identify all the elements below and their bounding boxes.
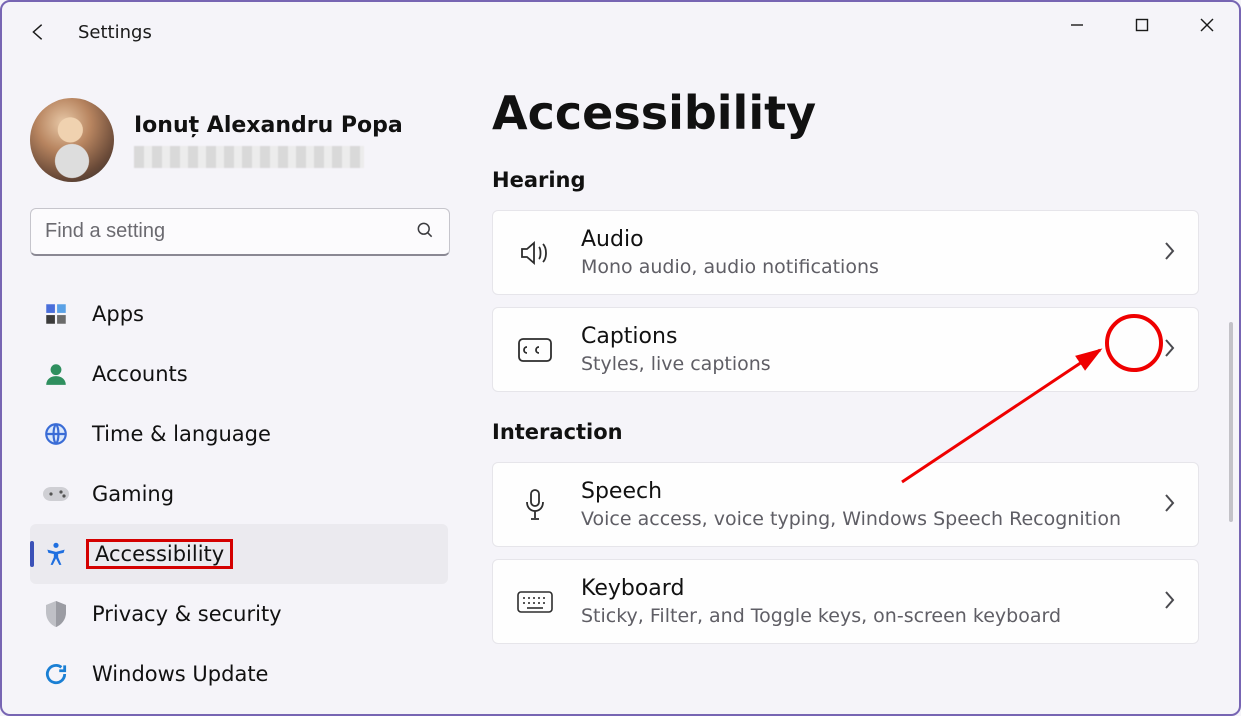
card-audio[interactable]: Audio Mono audio, audio notifications [492, 210, 1199, 295]
windows-update-icon [42, 660, 70, 688]
search-input[interactable] [45, 220, 415, 243]
audio-icon [515, 233, 555, 273]
keyboard-icon [515, 582, 555, 622]
sidebar-item-label: Windows Update [92, 662, 268, 686]
sidebar-item-label: Apps [92, 302, 144, 326]
sidebar-item-accounts[interactable]: Accounts [30, 344, 448, 404]
sidebar-item-windows-update[interactable]: Windows Update [30, 644, 448, 704]
speech-icon [515, 485, 555, 525]
sidebar-item-label: Time & language [92, 422, 271, 446]
card-subtitle: Voice access, voice typing, Windows Spee… [581, 508, 1162, 530]
chevron-right-icon [1162, 337, 1176, 363]
section-title-hearing: Hearing [492, 168, 1199, 192]
profile-email-redacted [134, 146, 364, 168]
sidebar-item-label: Accounts [92, 362, 188, 386]
section-title-interaction: Interaction [492, 420, 1199, 444]
sidebar-item-label: Gaming [92, 482, 174, 506]
chevron-right-icon [1162, 240, 1176, 266]
accounts-icon [42, 360, 70, 388]
card-speech[interactable]: Speech Voice access, voice typing, Windo… [492, 462, 1199, 547]
captions-icon [515, 330, 555, 370]
sidebar-item-apps[interactable]: Apps [30, 284, 448, 344]
sidebar-item-gaming[interactable]: Gaming [30, 464, 448, 524]
sidebar-item-privacy-security[interactable]: Privacy & security [30, 584, 448, 644]
apps-icon [42, 300, 70, 328]
window-controls [1044, 2, 1239, 48]
minimize-button[interactable] [1044, 2, 1109, 48]
card-title: Captions [581, 324, 1162, 349]
profile-block[interactable]: Ionuț Alexandru Popa [30, 98, 462, 182]
sidebar-item-time-language[interactable]: Time & language [30, 404, 448, 464]
profile-name: Ionuț Alexandru Popa [134, 113, 403, 138]
maximize-button[interactable] [1109, 2, 1174, 48]
card-subtitle: Mono audio, audio notifications [581, 256, 1162, 278]
content-area: Accessibility Hearing Audio Mono audio, … [462, 62, 1239, 714]
time-language-icon [42, 420, 70, 448]
card-captions[interactable]: Captions Styles, live captions [492, 307, 1199, 392]
card-title: Speech [581, 479, 1162, 504]
chevron-right-icon [1162, 492, 1176, 518]
scrollbar[interactable] [1229, 322, 1233, 522]
sidebar-item-accessibility[interactable]: Accessibility [30, 524, 448, 584]
card-subtitle: Sticky, Filter, and Toggle keys, on-scre… [581, 605, 1162, 627]
search-icon [415, 220, 435, 244]
app-title: Settings [78, 22, 152, 43]
close-button[interactable] [1174, 2, 1239, 48]
annotation-highlight-box: Accessibility [86, 539, 233, 569]
page-title: Accessibility [492, 86, 1199, 140]
privacy-security-icon [42, 600, 70, 628]
accessibility-icon [42, 540, 70, 568]
card-keyboard[interactable]: Keyboard Sticky, Filter, and Toggle keys… [492, 559, 1199, 644]
sidebar-item-label: Privacy & security [92, 602, 282, 626]
avatar [30, 98, 114, 182]
sidebar-nav: Apps Accounts Time & language Gaming [30, 284, 462, 704]
sidebar: Ionuț Alexandru Popa Apps Accounts [2, 62, 462, 714]
card-subtitle: Styles, live captions [581, 353, 1162, 375]
search-box[interactable] [30, 208, 450, 256]
chevron-right-icon [1162, 589, 1176, 615]
card-title: Keyboard [581, 576, 1162, 601]
gaming-icon [42, 480, 70, 508]
sidebar-item-label: Accessibility [92, 542, 233, 566]
back-button[interactable] [26, 20, 50, 44]
card-title: Audio [581, 227, 1162, 252]
